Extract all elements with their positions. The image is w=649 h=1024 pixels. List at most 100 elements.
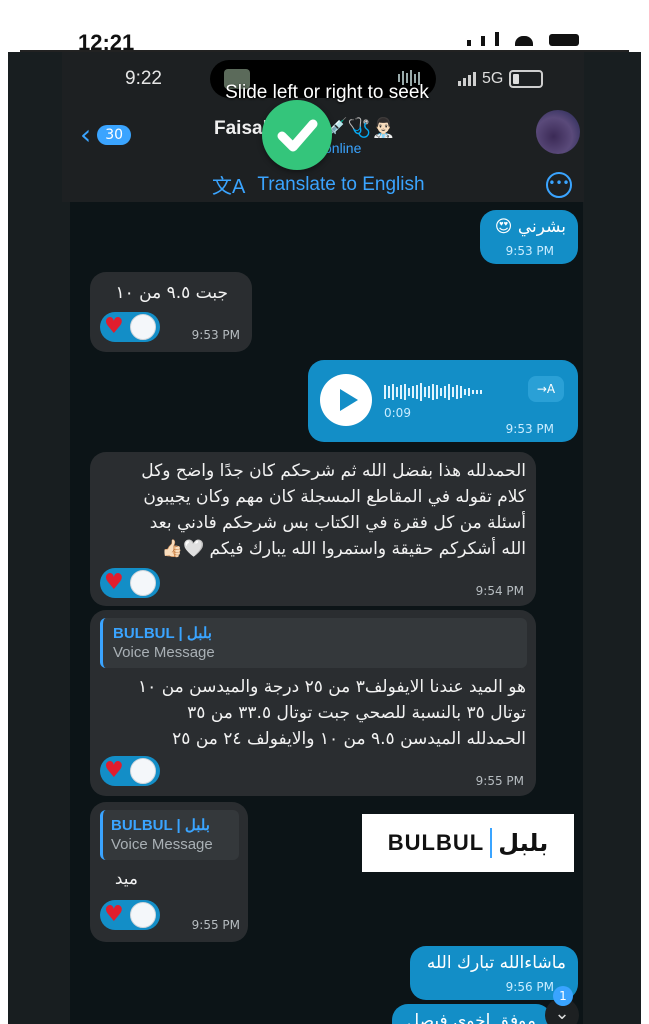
wave-bar (448, 384, 450, 400)
play-button[interactable] (320, 374, 372, 426)
transcribe-button[interactable]: →A (528, 376, 564, 402)
translate-bar[interactable]: 文A Translate to English (212, 170, 425, 199)
reactions[interactable]: ♥ (100, 756, 160, 786)
wifi-icon (515, 36, 533, 46)
wave-bar (456, 385, 458, 399)
wave-bar (384, 385, 386, 399)
reply-subtitle: Voice Message (113, 644, 215, 661)
reply-title: BULBUL | بلبل (113, 625, 212, 642)
avatar[interactable] (536, 110, 580, 154)
wave-bar (420, 383, 422, 401)
wave-bar (388, 386, 390, 398)
brand-arabic: بلبل (498, 829, 549, 857)
reactions[interactable]: ♥ (100, 312, 160, 342)
message-line: الله أشكركم حقيقة واستمروا الله يبارك في… (161, 539, 526, 559)
translate-label: Translate to English (257, 173, 425, 195)
wave-bar (436, 385, 438, 399)
signal-icon (467, 40, 471, 46)
brand-watermark: BULBUL بلبل (362, 814, 574, 872)
message-line: هو الميد عندنا الايفولف٣ من ٢٥ درجة والم… (138, 677, 526, 697)
wave-bar (472, 390, 474, 394)
checkmark-icon (262, 100, 332, 170)
wave-bar (476, 390, 478, 394)
reply-subtitle: Voice Message (111, 836, 213, 853)
wave-bar (468, 388, 470, 396)
chat-header: 9:22 Slide left or right to seek 5G ‹ 30… (62, 52, 584, 202)
wave-bar (428, 386, 430, 398)
waveform[interactable] (384, 382, 482, 402)
inner-status-icons: 5G (458, 70, 544, 88)
heart-icon: ♥ (104, 902, 124, 927)
signal-bar (495, 32, 499, 46)
incoming-message[interactable]: الحمدلله هذا بفضل الله ثم شرحكم كان جدًا… (90, 452, 536, 606)
incoming-message[interactable]: BULBUL | بلبل Voice Message هو الميد عند… (90, 610, 536, 796)
reactions[interactable]: ♥ (100, 900, 160, 930)
message-text: ميد (114, 869, 138, 889)
chevron-left-icon: ‹ (80, 118, 92, 151)
signal-icon (458, 72, 476, 86)
heart-icon: ♥ (104, 758, 124, 783)
heart-icon: ♥ (104, 314, 124, 339)
wave-bar (400, 385, 402, 399)
heart-icon: ♥ (104, 570, 124, 595)
reaction-avatar (129, 902, 156, 928)
wave-bar (480, 390, 482, 394)
incoming-message[interactable]: جبت ٩.٥ من ١٠ ♥ 9:53 PM (90, 272, 252, 352)
message-text: جبت ٩.٥ من ١٠ (115, 283, 228, 303)
brand-separator (490, 828, 493, 858)
message-line: توتال ٣٥ بالنسبة للصحي جبت توتال ٣٣.٥ من… (187, 703, 526, 723)
wave-bar (392, 384, 394, 400)
wave-bar (424, 387, 426, 397)
outer-clock: 12:21 (78, 30, 135, 50)
phone-screen: 9:22 Slide left or right to seek 5G ‹ 30… (8, 8, 641, 1024)
translate-icon: 文A (212, 176, 246, 198)
message-body: الحمدلله هذا بفضل الله ثم شرحكم كان جدًا… (96, 458, 526, 562)
message-line: كلام تقوله في المقاطع المسجلة كان مهم وك… (143, 487, 526, 507)
wave-bar (396, 387, 398, 397)
voice-duration: 0:09 (384, 406, 411, 420)
outer-status-bar: 12:21 (0, 0, 649, 52)
outgoing-message[interactable]: بشرني 😍 9:53 PM (480, 210, 578, 264)
wave-bar (404, 384, 406, 400)
scroll-unread-badge: 1 (553, 986, 573, 1006)
right-margin (583, 52, 641, 1024)
message-time: 9:53 PM (505, 422, 554, 436)
unread-count-badge: 30 (97, 124, 132, 145)
chat-area[interactable]: بشرني 😍 9:53 PM جبت ٩.٥ من ١٠ ♥ 9:53 PM … (70, 202, 583, 1024)
signal-bar (481, 36, 485, 46)
message-time: 9:55 PM (475, 774, 524, 788)
message-time: 9:53 PM (191, 328, 240, 342)
voice-message[interactable]: 0:09 →A 9:53 PM (308, 360, 578, 442)
message-line: الحمدلله الميدسن ٩.٥ من ١٠ والايفولف ٢٤ … (172, 729, 526, 749)
reaction-avatar (129, 314, 156, 340)
reply-preview[interactable]: BULBUL | بلبل Voice Message (100, 810, 239, 860)
wave-bar (464, 389, 466, 395)
message-text: موفق اخوي فيصل (406, 1011, 536, 1024)
outer-status-icons (467, 32, 579, 46)
more-options-button[interactable]: ••• (546, 172, 572, 198)
message-time: 9:54 PM (475, 584, 524, 598)
reply-title: BULBUL | بلبل (111, 817, 210, 834)
wave-bar (460, 386, 462, 398)
network-label: 5G (482, 70, 504, 87)
incoming-message[interactable]: BULBUL | بلبل Voice Message ميد ♥ 9:55 P… (90, 802, 248, 942)
back-button[interactable]: ‹ 30 (80, 118, 132, 151)
battery-icon (549, 34, 579, 46)
divider (20, 50, 629, 52)
message-text: بشرني 😍 (494, 217, 566, 237)
message-line: الحمدلله هذا بفضل الله ثم شرحكم كان جدًا… (141, 461, 526, 481)
reaction-avatar (129, 570, 156, 596)
message-body: هو الميد عندنا الايفولف٣ من ٢٥ درجة والم… (96, 674, 526, 752)
left-margin (8, 52, 70, 1024)
wave-bar (416, 385, 418, 399)
battery-icon (509, 70, 544, 88)
reactions[interactable]: ♥ (100, 568, 160, 598)
message-line: أسئلة من كل فقرة في الكتاب بس شرحكم فادن… (149, 513, 526, 533)
message-time: 9:53 PM (505, 244, 554, 258)
reply-preview[interactable]: BULBUL | بلبل Voice Message (100, 618, 527, 668)
inner-clock: 9:22 (125, 68, 162, 89)
wave-bar (408, 388, 410, 396)
wave-bar (412, 386, 414, 398)
outgoing-message[interactable]: موفق اخوي فيصل (392, 1004, 552, 1024)
wave-bar (444, 386, 446, 398)
